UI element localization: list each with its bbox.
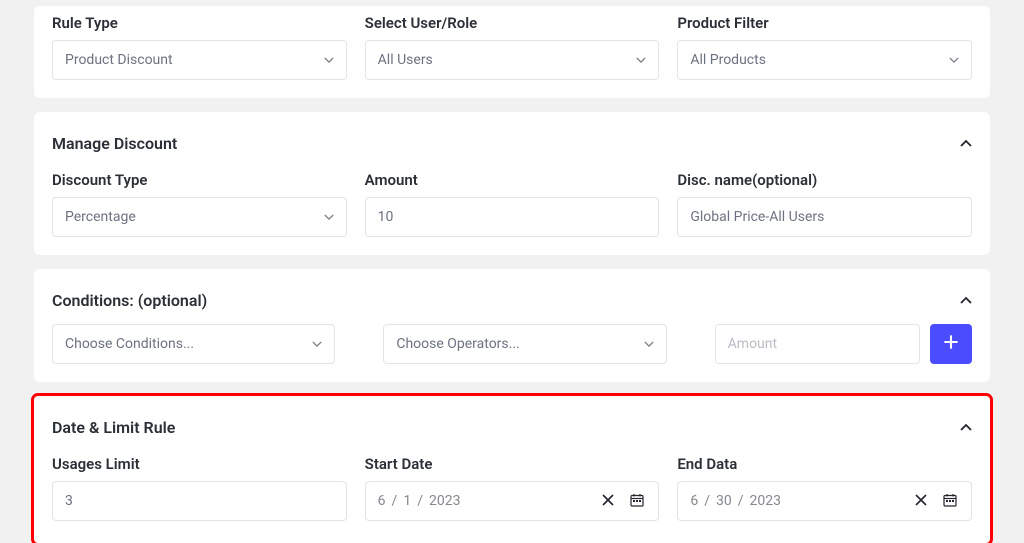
amount-value: 10 <box>378 209 394 225</box>
rule-type-label: Rule Type <box>52 14 347 32</box>
choose-operators-value: Choose Operators... <box>396 336 519 352</box>
chevron-up-icon <box>960 422 972 434</box>
start-date-input[interactable]: 6 / 1 / 2023 <box>365 481 660 521</box>
choose-operators-select[interactable]: Choose Operators... <box>383 324 666 364</box>
chevron-down-icon <box>636 55 646 65</box>
end-date-year: 2023 <box>750 493 781 509</box>
chevron-down-icon <box>312 339 322 349</box>
usages-limit-value: 3 <box>65 493 73 509</box>
rule-type-value: Product Discount <box>65 52 173 68</box>
calendar-icon[interactable] <box>630 493 646 509</box>
chevron-down-icon <box>324 55 334 65</box>
start-date-day: 1 <box>403 493 411 509</box>
choose-conditions-select[interactable]: Choose Conditions... <box>52 324 335 364</box>
usages-limit-input[interactable]: 3 <box>52 481 347 521</box>
panel-date-limit: Date & Limit Rule Usages Limit 3 Start D… <box>34 396 990 543</box>
chevron-up-icon <box>960 138 972 150</box>
end-date-month: 6 <box>690 493 698 509</box>
calendar-icon[interactable] <box>943 493 959 509</box>
end-date-day: 30 <box>716 493 732 509</box>
panel-conditions: Conditions: (optional) Choose Conditions… <box>34 269 990 382</box>
chevron-down-icon <box>644 339 654 349</box>
plus-icon <box>944 335 958 353</box>
disc-name-value: Global Price-All Users <box>690 209 824 225</box>
product-filter-label: Product Filter <box>677 14 972 32</box>
select-user-value: All Users <box>378 52 433 68</box>
select-user-label: Select User/Role <box>365 14 660 32</box>
manage-discount-title: Manage Discount <box>52 134 177 153</box>
clear-icon[interactable] <box>602 494 616 508</box>
discount-type-value: Percentage <box>65 209 136 225</box>
discount-type-select[interactable]: Percentage <box>52 197 347 237</box>
panel-manage-discount: Manage Discount Discount Type Percentage… <box>34 112 990 255</box>
section-header-date-limit[interactable]: Date & Limit Rule <box>52 406 972 441</box>
choose-conditions-value: Choose Conditions... <box>65 336 194 352</box>
chevron-up-icon <box>960 295 972 307</box>
section-header-conditions[interactable]: Conditions: (optional) <box>52 279 972 314</box>
usages-limit-label: Usages Limit <box>52 455 347 473</box>
disc-name-label: Disc. name(optional) <box>677 171 972 189</box>
product-filter-select[interactable]: All Products <box>677 40 972 80</box>
chevron-down-icon <box>949 55 959 65</box>
condition-amount-placeholder: Amount <box>728 336 777 352</box>
start-date-month: 6 <box>378 493 386 509</box>
select-user-select[interactable]: All Users <box>365 40 660 80</box>
add-condition-button[interactable] <box>930 324 972 364</box>
start-date-year: 2023 <box>429 493 460 509</box>
start-date-label: Start Date <box>365 455 660 473</box>
end-date-input[interactable]: 6 / 30 / 2023 <box>677 481 972 521</box>
date-limit-title: Date & Limit Rule <box>52 418 175 437</box>
conditions-title: Conditions: (optional) <box>52 291 207 310</box>
discount-type-label: Discount Type <box>52 171 347 189</box>
disc-name-input[interactable]: Global Price-All Users <box>677 197 972 237</box>
amount-label: Amount <box>365 171 660 189</box>
section-header-manage-discount[interactable]: Manage Discount <box>52 122 972 157</box>
rule-type-select[interactable]: Product Discount <box>52 40 347 80</box>
end-date-label: End Data <box>677 455 972 473</box>
clear-icon[interactable] <box>915 494 929 508</box>
panel-rule-basics: Rule Type Product Discount Select User/R… <box>34 6 990 98</box>
amount-input[interactable]: 10 <box>365 197 660 237</box>
product-filter-value: All Products <box>690 52 766 68</box>
condition-amount-input[interactable]: Amount <box>715 324 920 364</box>
chevron-down-icon <box>324 212 334 222</box>
